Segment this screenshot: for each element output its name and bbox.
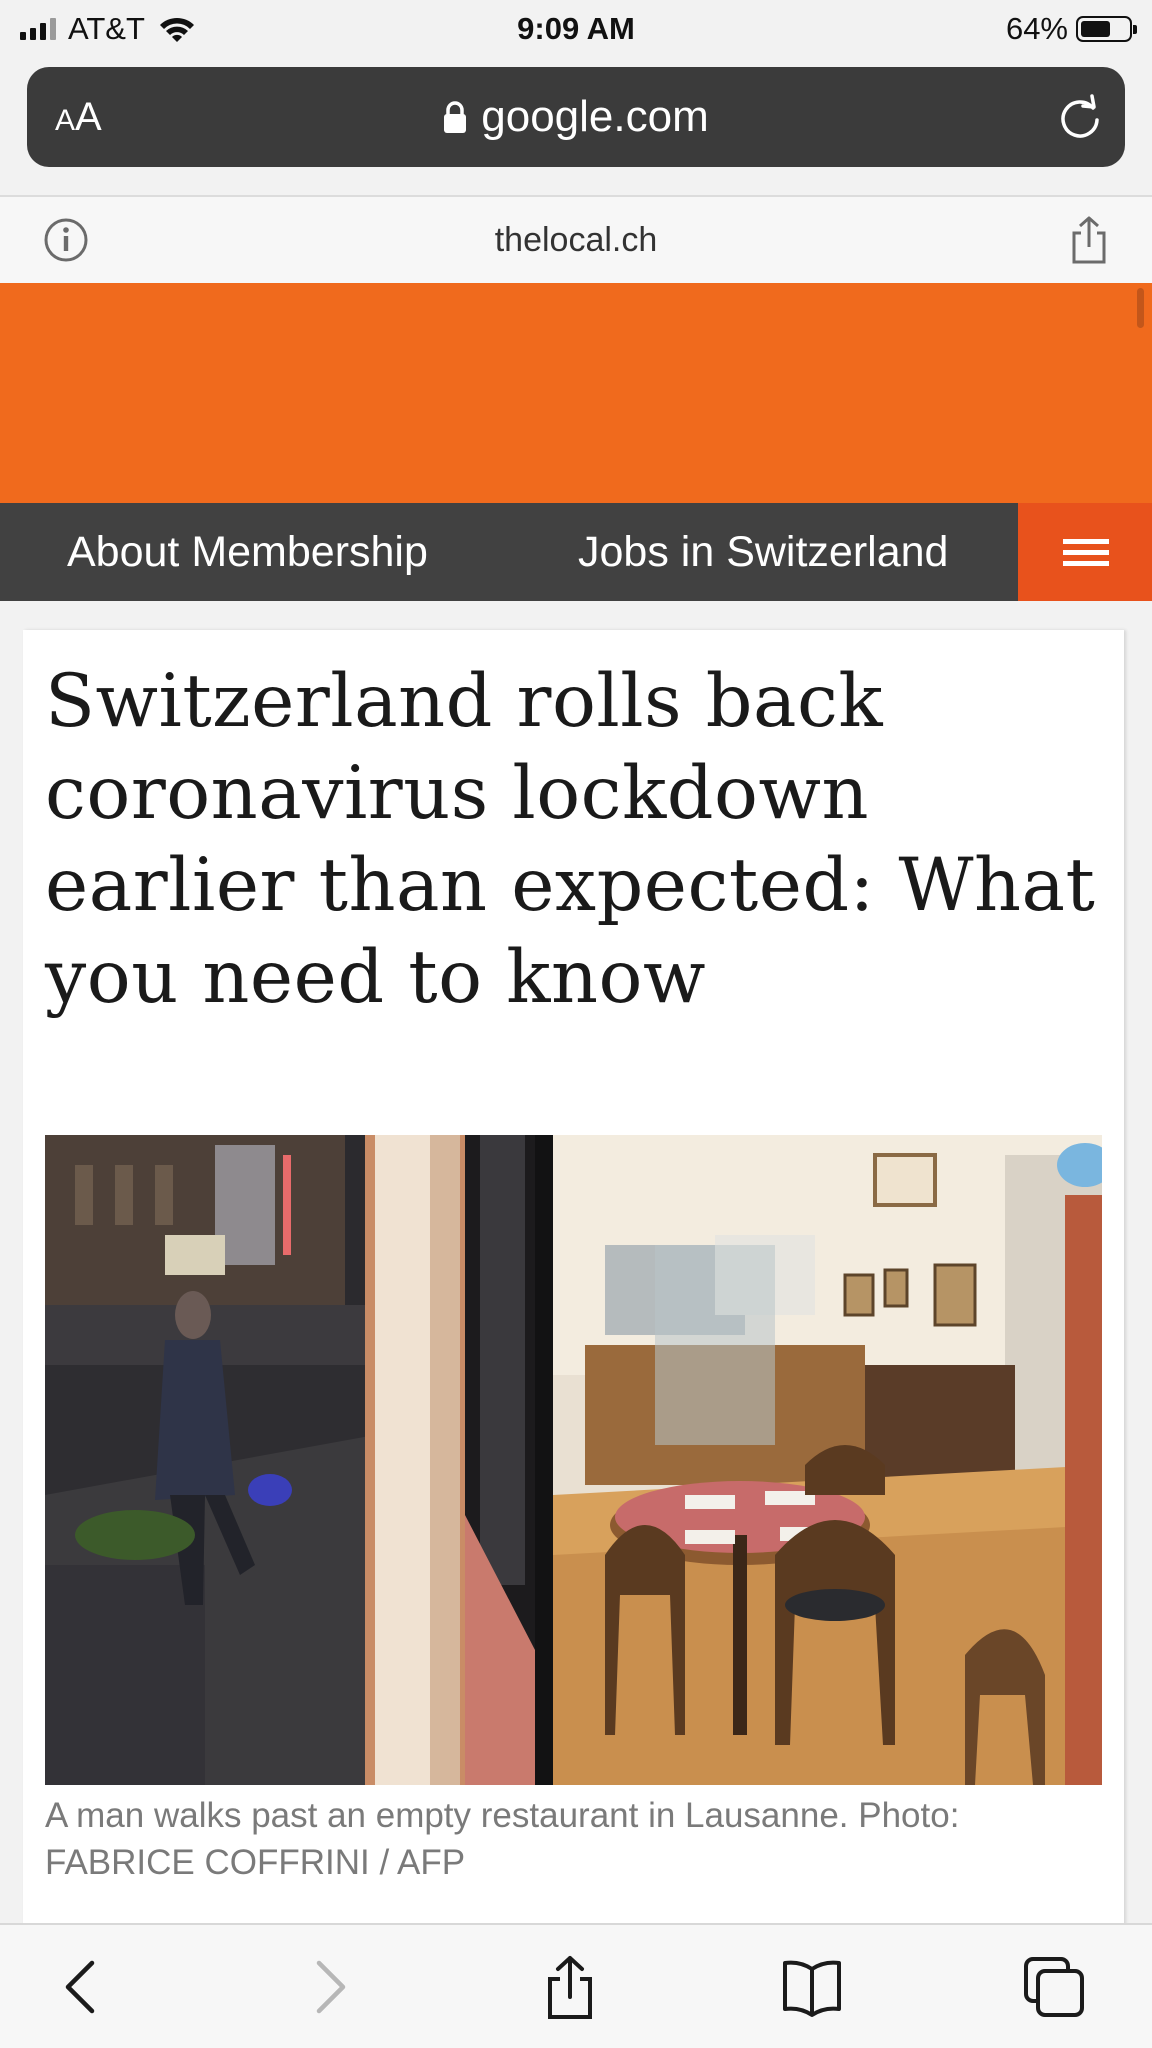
back-button[interactable] — [52, 1955, 116, 2019]
scrollbar-thumb[interactable] — [1137, 288, 1144, 328]
bookmarks-button[interactable] — [780, 1955, 844, 2019]
chevron-left-icon — [65, 1960, 95, 2014]
tabs-icon — [1024, 1957, 1084, 2017]
chevron-right-icon — [316, 1960, 346, 2014]
hamburger-menu-icon — [1063, 539, 1109, 567]
status-bar: AT&T 9:09 AM 64% — [0, 0, 1152, 58]
site-header-banner — [0, 283, 1152, 503]
address-bar[interactable]: AA google.com — [27, 67, 1125, 167]
article-card: Switzerland rolls back coronavirus lockd… — [23, 630, 1124, 1930]
status-right: 64% — [1005, 8, 1137, 50]
article-headline: Switzerland rolls back coronavirus lockd… — [45, 659, 1096, 1020]
url-display[interactable]: google.com — [27, 67, 1125, 167]
share-icon[interactable] — [1066, 215, 1112, 265]
restaurant-photo-illustration — [45, 1135, 1102, 1785]
nav-link-about-membership[interactable]: About Membership — [67, 503, 428, 601]
lock-icon — [444, 101, 467, 133]
battery-cap — [1133, 25, 1137, 34]
browser-bottom-toolbar — [0, 1923, 1152, 2048]
menu-button[interactable] — [1018, 503, 1152, 601]
reload-icon[interactable] — [1057, 94, 1103, 140]
battery-percent: 64% — [1005, 11, 1068, 46]
share-button[interactable] — [538, 1955, 602, 2019]
battery-fill — [1081, 21, 1110, 37]
article-photo[interactable] — [45, 1135, 1102, 1785]
site-domain[interactable]: thelocal.ch — [0, 197, 1152, 283]
photo-caption: A man walks past an empty restaurant in … — [45, 1796, 960, 1882]
battery-icon — [1076, 16, 1137, 42]
status-time: 9:09 AM — [517, 11, 635, 46]
site-nav-bar: About Membership Jobs in Switzerland — [0, 503, 1152, 601]
book-icon — [783, 1960, 841, 2017]
url-text: google.com — [481, 92, 709, 141]
nav-link-jobs-in-switzerland[interactable]: Jobs in Switzerland — [578, 503, 948, 601]
forward-button[interactable] — [295, 1955, 359, 2019]
browser-page: AT&T 9:09 AM 64% AA google.com thelocal.… — [0, 0, 1152, 2048]
share-icon — [548, 1956, 592, 2019]
site-info-row: thelocal.ch — [0, 197, 1152, 283]
tabs-button[interactable] — [1022, 1955, 1086, 2019]
